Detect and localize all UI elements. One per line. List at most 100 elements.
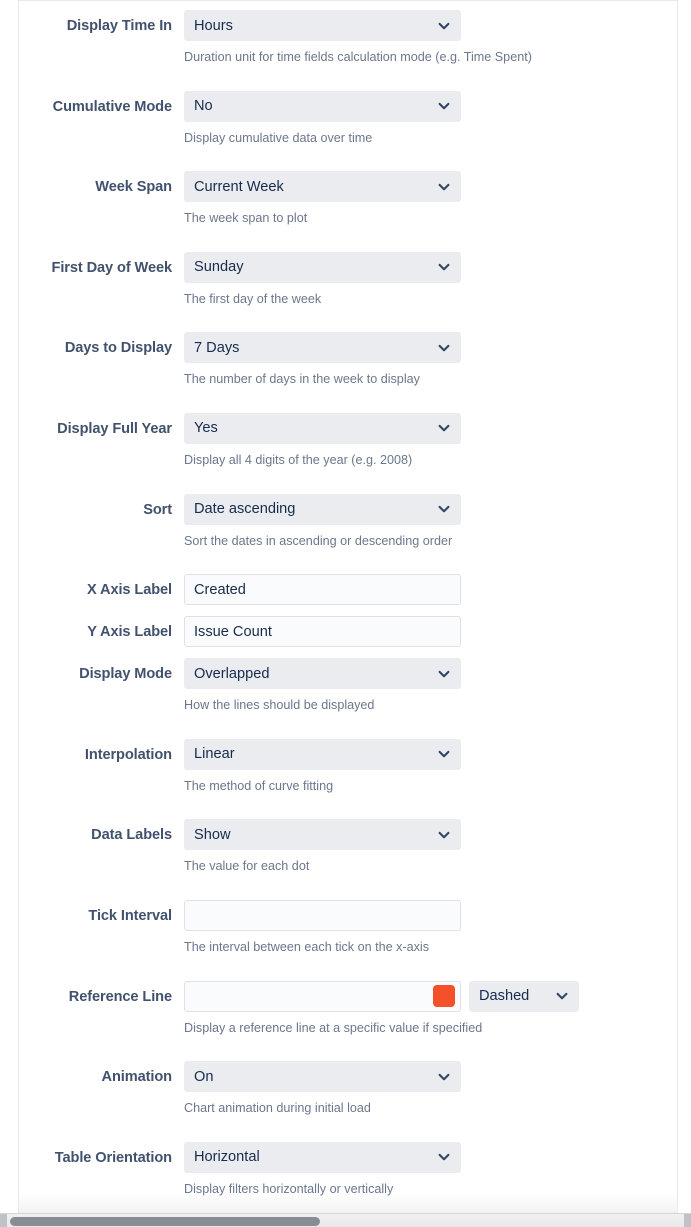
select-value-display-full-year: Yes [194, 420, 218, 437]
select-value-table-orientation: Horizontal [194, 1149, 260, 1166]
select-reference-line-style[interactable]: Dashed [469, 980, 579, 1012]
horizontal-scrollbar[interactable] [0, 1213, 691, 1227]
chevron-down-icon [438, 22, 450, 29]
field-label-x-axis-label: X Axis Label [86, 582, 172, 599]
field-help-display-mode: How the lines should be displayed [184, 698, 375, 713]
field-control-week-span: Current Week [184, 171, 678, 203]
input-value-x-axis-label: Created [194, 581, 246, 598]
field-label-first-day-of-week: First Day of Week [51, 259, 173, 276]
select-value-first-day-of-week: Sunday [194, 259, 244, 276]
field-row-interpolation: Interpolation Linear [18, 738, 678, 770]
input-x-axis-label[interactable]: Created [184, 574, 461, 606]
field-label-display-full-year: Display Full Year [57, 420, 172, 437]
field-label-table-orientation: Table Orientation [54, 1149, 172, 1166]
input-reference-line-value[interactable] [184, 980, 461, 1012]
select-display-time-in[interactable]: Hours [184, 10, 461, 41]
field-row-display-time-in: Display Time In Hours [18, 10, 678, 41]
select-value-animation: On [194, 1068, 214, 1085]
select-data-labels[interactable]: Show [184, 819, 461, 851]
field-control-days-to-display: 7 Days [184, 332, 678, 364]
scrollbar-track-right[interactable] [684, 1214, 691, 1227]
field-control-tick-interval [184, 899, 678, 931]
chevron-down-icon [438, 505, 450, 513]
select-cumulative-mode[interactable]: No [184, 90, 461, 122]
field-row-x-axis-label: X Axis Label Created [18, 574, 678, 606]
field-label-y-axis-label: Y Axis Label [87, 624, 172, 641]
field-label-tick-interval: Tick Interval [88, 907, 172, 924]
chevron-down-icon [438, 1073, 450, 1080]
field-control-data-labels: Show [184, 819, 678, 851]
field-label-reference-line: Reference Line [68, 988, 172, 1005]
select-first-day-of-week[interactable]: Sunday [184, 251, 461, 283]
field-help-display-time-in: Duration unit for time fields calculatio… [184, 50, 532, 64]
field-label-animation: Animation [101, 1069, 173, 1086]
field-label-week-span: Week Span [95, 179, 172, 196]
select-sort[interactable]: Date ascending [184, 493, 461, 525]
scrollbar-track-left[interactable] [0, 1214, 7, 1227]
field-help-days-to-display: The number of days in the week to displa… [184, 372, 420, 387]
input-value-y-axis-label: Issue Count [194, 623, 272, 640]
field-label-display-mode: Display Mode [79, 666, 172, 683]
config-panel-screen: Display Time In Hours Duration unit for … [0, 0, 691, 1227]
chart-settings-form: Display Time In Hours Duration unit for … [18, 0, 678, 1213]
field-control-reference-line: Dashed [184, 980, 678, 1012]
field-help-tick-interval: The interval between each tick on the x-… [184, 939, 430, 954]
chevron-down-icon [556, 992, 568, 1000]
scrollbar-thumb[interactable] [10, 1217, 320, 1226]
chevron-down-icon [438, 264, 450, 271]
field-label-cumulative-mode: Cumulative Mode [52, 98, 172, 115]
field-row-table-orientation: Table Orientation Horizontal [18, 1141, 678, 1173]
select-display-mode[interactable]: Overlapped [184, 658, 461, 690]
field-control-cumulative-mode: No [184, 90, 678, 122]
field-help-table-orientation: Display filters horizontally or vertical… [184, 1181, 394, 1196]
field-help-interpolation: The method of curve fitting [184, 778, 334, 793]
field-label-display-time-in: Display Time In [66, 18, 172, 34]
select-value-days-to-display: 7 Days [194, 339, 240, 356]
field-control-interpolation: Linear [184, 738, 678, 770]
select-interpolation[interactable]: Linear [184, 738, 461, 770]
field-row-sort: Sort Date ascending [18, 493, 678, 525]
chevron-down-icon [438, 831, 450, 839]
field-row-first-day-of-week: First Day of Week Sunday [18, 251, 678, 283]
chevron-down-icon [438, 1154, 450, 1161]
field-help-reference-line: Display a reference line at a specific v… [184, 1020, 483, 1035]
select-table-orientation[interactable]: Horizontal [184, 1141, 461, 1173]
field-control-x-axis-label: Created [184, 574, 678, 606]
field-help-animation: Chart animation during initial load [184, 1101, 371, 1116]
color-swatch-reference-line[interactable] [433, 985, 455, 1008]
field-row-display-mode: Display Mode Overlapped [18, 658, 678, 690]
chevron-down-icon [438, 670, 450, 678]
select-value-sort: Date ascending [194, 501, 296, 518]
field-control-sort: Date ascending [184, 493, 678, 525]
field-row-display-full-year: Display Full Year Yes [18, 412, 678, 444]
select-value-interpolation: Linear [194, 746, 235, 763]
select-days-to-display[interactable]: 7 Days [184, 332, 461, 364]
field-row-y-axis-label: Y Axis Label Issue Count [18, 616, 678, 648]
field-help-week-span: The week span to plot [184, 211, 308, 226]
select-value-display-time-in: Hours [194, 17, 233, 34]
select-value-cumulative-mode: No [194, 98, 213, 115]
field-row-animation: Animation On [18, 1061, 678, 1093]
field-help-first-day-of-week: The first day of the week [184, 291, 322, 306]
input-tick-interval[interactable] [184, 899, 461, 931]
field-label-data-labels: Data Labels [91, 827, 172, 844]
select-display-full-year[interactable]: Yes [184, 412, 461, 444]
field-control-display-full-year: Yes [184, 412, 678, 444]
field-control-first-day-of-week: Sunday [184, 251, 678, 283]
field-row-reference-line: Reference Line Dashed [18, 980, 678, 1012]
select-value-week-span: Current Week [194, 178, 284, 195]
select-value-reference-line-style: Dashed [479, 988, 530, 1005]
field-row-cumulative-mode: Cumulative Mode No [18, 90, 678, 122]
select-animation[interactable]: On [184, 1061, 461, 1093]
chevron-down-icon [438, 102, 450, 110]
input-y-axis-label[interactable]: Issue Count [184, 616, 461, 648]
field-help-cumulative-mode: Display cumulative data over time [184, 130, 373, 145]
field-label-sort: Sort [143, 501, 172, 518]
field-row-tick-interval: Tick Interval [18, 899, 678, 931]
select-value-data-labels: Show [194, 826, 231, 843]
field-row-week-span: Week Span Current Week [18, 171, 678, 203]
field-row-days-to-display: Days to Display 7 Days [18, 332, 678, 364]
chevron-down-icon [438, 751, 450, 758]
select-week-span[interactable]: Current Week [184, 171, 461, 203]
field-label-interpolation: Interpolation [84, 746, 172, 763]
